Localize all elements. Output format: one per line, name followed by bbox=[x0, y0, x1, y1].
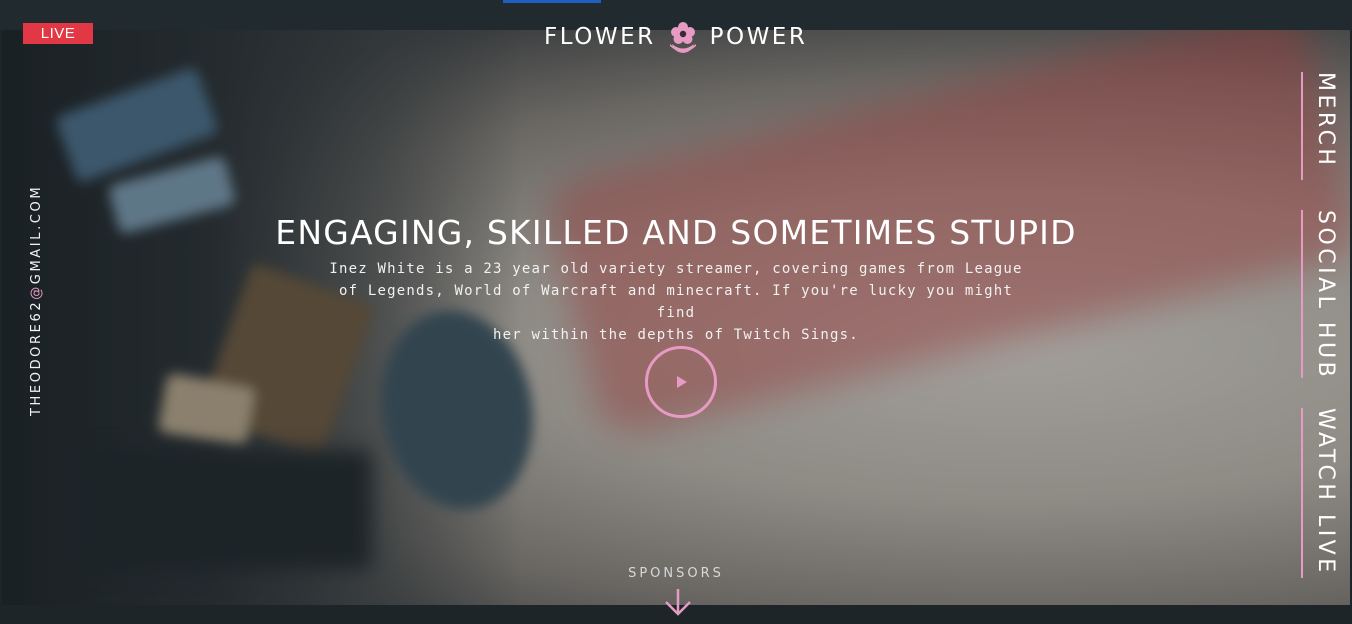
nav-indicator bbox=[1301, 210, 1303, 378]
brand-word-right: POWER bbox=[709, 24, 808, 50]
nav-item-merch[interactable]: MERCH bbox=[1292, 72, 1352, 182]
play-icon bbox=[677, 376, 687, 388]
brand-word-left: FLOWER bbox=[544, 24, 656, 50]
live-badge[interactable]: LIVE bbox=[23, 23, 93, 44]
hero-headline: ENGAGING, SKILLED AND SOMETIMES STUPID bbox=[275, 213, 1077, 252]
hero-description: Inez White is a 23 year old variety stre… bbox=[318, 258, 1034, 346]
email-user: THEODORE62 bbox=[29, 299, 44, 416]
nav-item-label: WATCH LIVE bbox=[1313, 408, 1338, 576]
email-domain: GMAIL.COM bbox=[29, 184, 44, 285]
nav-item-label: MERCH bbox=[1313, 72, 1338, 169]
brand-logo[interactable]: FLOWER POWER bbox=[544, 20, 807, 54]
nav-item-label: SOCIAL HUB bbox=[1313, 210, 1338, 381]
nav-indicator bbox=[1301, 408, 1303, 578]
page: LIVE FLOWER POWER THEODORE62@GMAIL.COM E… bbox=[0, 0, 1352, 624]
description-line: Inez White is a 23 year old variety stre… bbox=[329, 261, 1023, 277]
flower-icon bbox=[669, 22, 696, 53]
play-button[interactable] bbox=[645, 346, 717, 418]
top-accent-line bbox=[503, 0, 601, 3]
sponsors-link[interactable]: SPONSORS bbox=[600, 566, 752, 581]
nav-item-watch-live[interactable]: WATCH LIVE bbox=[1292, 408, 1352, 580]
side-nav: MERCH SOCIAL HUB WATCH LIVE bbox=[1292, 0, 1352, 624]
nav-item-social-hub[interactable]: SOCIAL HUB bbox=[1292, 210, 1352, 380]
email-at-symbol: @ bbox=[29, 284, 44, 300]
nav-indicator bbox=[1301, 72, 1303, 180]
description-line: her within the depths of Twitch Sings. bbox=[493, 327, 859, 343]
description-line: of Legends, World of Warcraft and minecr… bbox=[338, 283, 1013, 321]
email-text: THEODORE62@GMAIL.COM bbox=[29, 184, 44, 416]
email-link[interactable]: THEODORE62@GMAIL.COM bbox=[16, 183, 44, 423]
arrow-down-icon[interactable] bbox=[664, 587, 692, 617]
